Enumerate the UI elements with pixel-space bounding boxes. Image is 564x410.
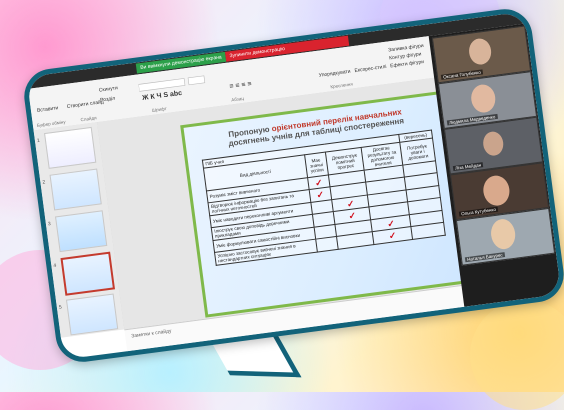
group-font-label: Шрифт: [151, 105, 167, 113]
paste-button[interactable]: Вставити: [37, 105, 59, 114]
empty-cell: [410, 222, 446, 240]
avatar: [467, 37, 493, 66]
thumbnail-number: 2: [42, 179, 46, 186]
current-slide[interactable]: Пропоную орієнтовний перелік навчальних …: [180, 90, 472, 318]
empty-cell: [315, 236, 339, 253]
avatar: [469, 83, 497, 114]
background-decoration: [470, 300, 564, 410]
group-paragraph-label: Абзац: [230, 95, 245, 103]
new-slide-button[interactable]: Створити слайд: [66, 99, 104, 110]
avatar: [481, 130, 505, 157]
slide-thumbnail[interactable]: [49, 168, 102, 211]
avatar: [489, 217, 517, 251]
section-button[interactable]: Розділ: [100, 96, 116, 104]
screen-share-window: Ви ввімкнули демонстрацію екрана Зупинит…: [20, 5, 564, 366]
quick-styles-button[interactable]: Експрес-стилі: [354, 64, 387, 74]
avatar: [481, 174, 512, 208]
slide-thumbnail[interactable]: [54, 210, 108, 253]
observation-table: ПІБ учня (вересень) Вид діяльності Має з…: [201, 129, 446, 266]
svg-text:≡ ≡ ≡ ≡: ≡ ≡ ≡ ≡: [229, 81, 252, 91]
col-significant-success: Має значні успіхи: [304, 152, 329, 178]
arrange-button[interactable]: Упорядкувати: [319, 69, 351, 79]
thumbnail-number: 1: [36, 137, 41, 145]
thumbnail-number: 3: [47, 221, 52, 228]
slide-thumbnail[interactable]: [65, 293, 119, 336]
participant-name: Наталья Бакурес: [464, 252, 505, 263]
thumbnail-number: 4: [53, 262, 57, 270]
reset-button[interactable]: Скинути: [99, 85, 119, 93]
svg-text:Ж К Ч S abc: Ж К Ч S abc: [141, 90, 183, 102]
slide-thumbnail-selected[interactable]: [60, 251, 116, 296]
group-slides-label: Слайди: [80, 115, 97, 123]
thumbnail-number: 5: [58, 304, 63, 311]
slide-thumbnail[interactable]: [44, 126, 97, 169]
speech-bubble-frame: Ви ввімкнули демонстрацію екрана Зупинит…: [20, 5, 564, 378]
